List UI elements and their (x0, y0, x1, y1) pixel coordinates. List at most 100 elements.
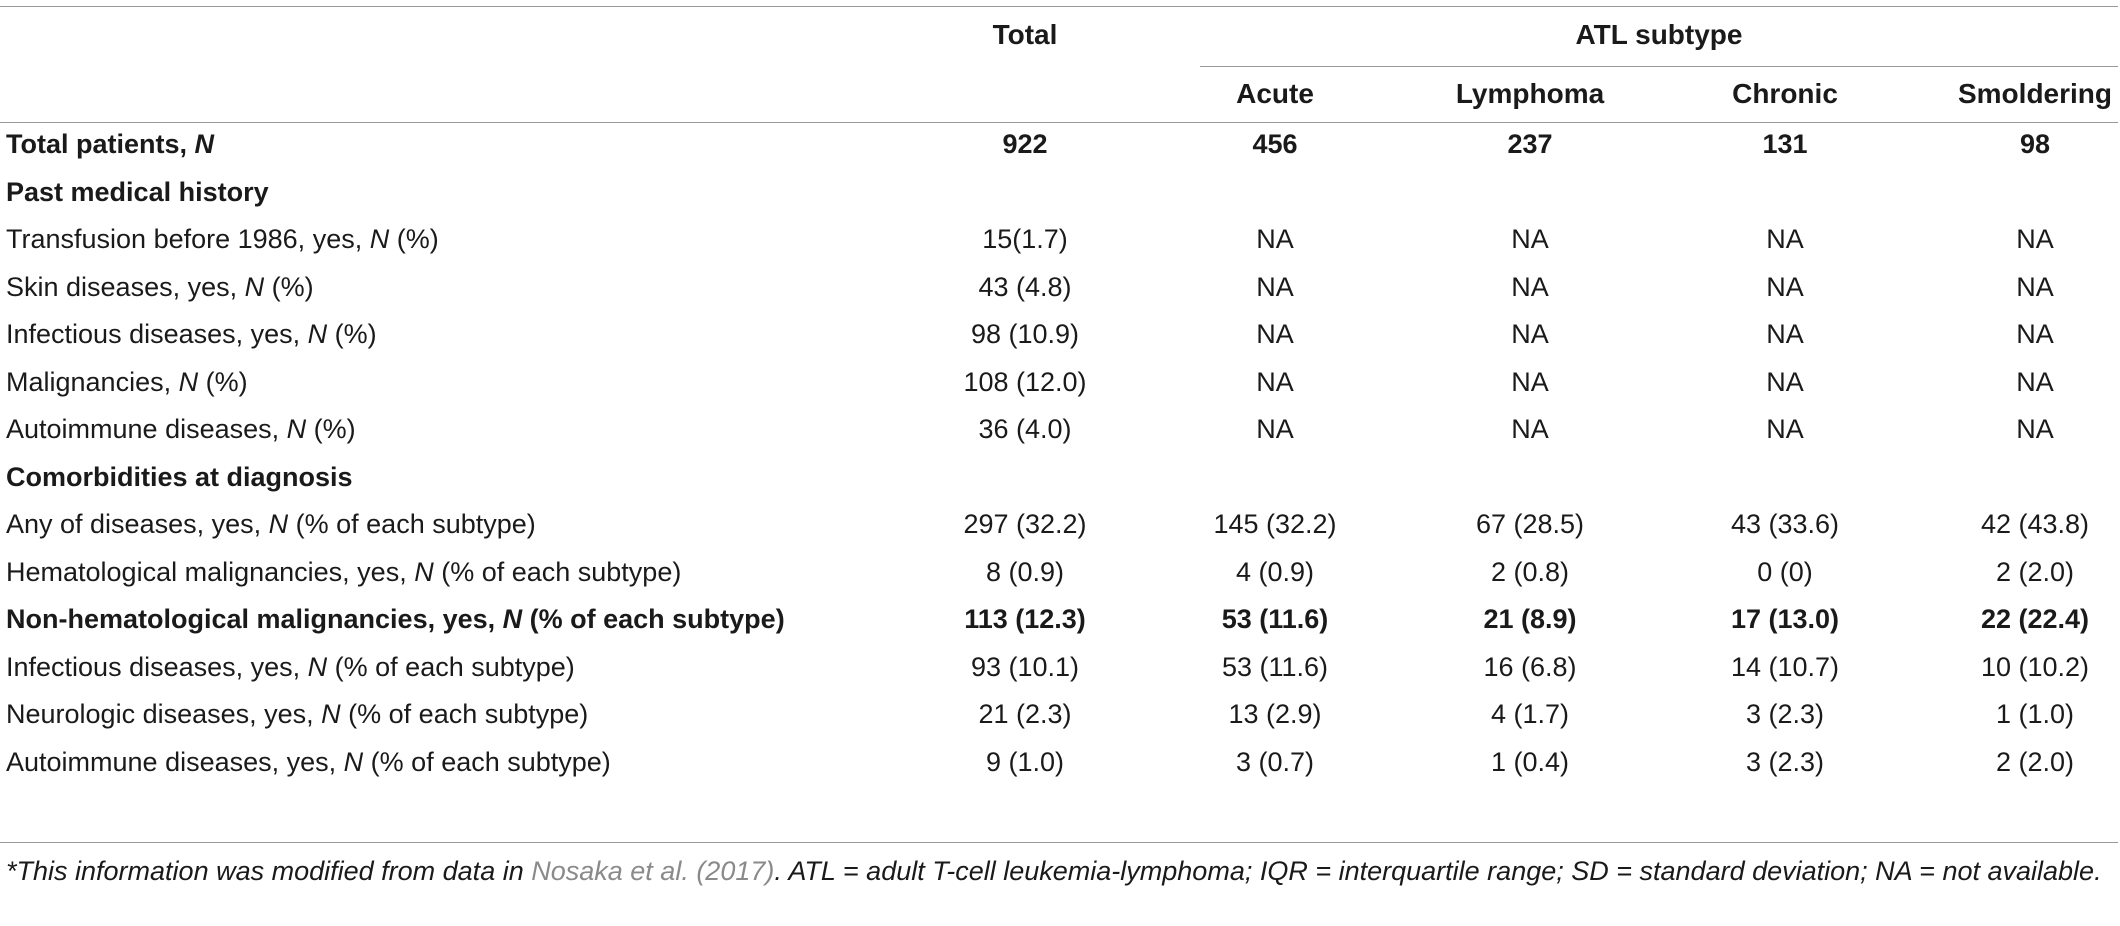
cell-chronic: NA (1766, 319, 1804, 349)
row-label-variable: N (321, 699, 341, 729)
row-label: Hematological malignancies, yes, N (% of… (6, 549, 681, 597)
row-label-suffix: (% of each subtype) (288, 509, 536, 539)
row-label: Infectious diseases, yes, N (%) (6, 311, 377, 359)
table-row: Total patients, N 922 456 237 131 98 (0, 121, 2118, 169)
cell-total: 113 (12.3) (964, 604, 1086, 634)
row-label-variable: N (307, 319, 328, 349)
table-row: Any of diseases, yes, N (% of each subty… (0, 501, 2118, 549)
cell-total: 297 (32.2) (963, 509, 1087, 539)
cell-chronic: 3 (2.3) (1745, 746, 1825, 777)
cell-smoldering: 1 (1.0) (1995, 699, 2075, 729)
table-row: Neurologic diseases, yes, N (% of each s… (0, 691, 2118, 739)
row-label-variable: N (286, 414, 307, 444)
row-label-text: Neurologic diseases, yes, (6, 699, 322, 729)
cell-chronic: 0 (0) (1757, 556, 1813, 587)
row-label-suffix: (% of each subtype) (433, 556, 682, 587)
row-label-variable: N (244, 271, 265, 302)
column-group-header-atl-subtype: ATL subtype (1575, 19, 1743, 50)
group-header-rule (1200, 66, 2118, 67)
row-label-text: Autoimmune diseases, (6, 414, 287, 444)
cell-chronic: NA (1766, 271, 1804, 302)
cell-lymphoma: 1 (0.4) (1490, 746, 1570, 777)
cell-total: 93 (10.1) (970, 651, 1080, 682)
cell-acute: 456 (1252, 129, 1298, 159)
row-label: Malignancies, N (%) (6, 359, 248, 407)
table-bottom-rule (0, 842, 2118, 843)
cell-lymphoma: 237 (1507, 129, 1553, 159)
row-label: Total patients, N (6, 121, 214, 169)
row-label: Comorbidities at diagnosis (6, 454, 353, 502)
cell-smoldering: NA (2016, 414, 2054, 444)
footnote-text-start: *This information was modified from data… (6, 856, 532, 886)
cell-smoldering: NA (2016, 224, 2054, 254)
cell-lymphoma: 4 (1.7) (1490, 699, 1570, 729)
column-header-total: Total (992, 19, 1058, 50)
cell-acute: NA (1256, 319, 1294, 349)
cell-lymphoma: NA (1511, 271, 1549, 302)
cell-smoldering: 10 (10.2) (1980, 651, 2090, 682)
row-label-variable: N (414, 556, 434, 587)
cell-smoldering: 22 (22.4) (1980, 604, 2090, 634)
footnote-citation-link[interactable]: Nosaka et al. (2017) (531, 856, 774, 886)
cell-chronic: 14 (10.7) (1730, 651, 1840, 682)
cell-smoldering: 42 (43.8) (1980, 509, 2090, 539)
cell-lymphoma: NA (1511, 224, 1549, 254)
table-row: Hematological malignancies, yes, N (% of… (0, 549, 2118, 597)
table-row: Infectious diseases, yes, N (% of each s… (0, 644, 2118, 692)
row-label-variable: N (502, 604, 523, 634)
row-label: Non-hematological malignancies, yes, N (… (6, 596, 785, 644)
cell-lymphoma: 21 (8.9) (1483, 604, 1577, 634)
row-label: Autoimmune diseases, yes, N (% of each s… (6, 739, 611, 787)
section-header-row: Comorbidities at diagnosis (0, 454, 2118, 502)
row-label-text: Comorbidities at diagnosis (6, 461, 353, 492)
cell-acute: 53 (11.6) (1221, 604, 1329, 634)
table-row: Transfusion before 1986, yes, N (%) 15(1.… (0, 216, 2118, 264)
column-header-smoldering: Smoldering (1957, 78, 2112, 109)
row-label-text: Infectious diseases, yes, (6, 319, 308, 349)
row-label-variable: N (307, 651, 328, 682)
cell-smoldering: 2 (2.0) (1995, 746, 2075, 777)
row-label-text: Transfusion before 1986, yes, (6, 224, 370, 254)
row-label-text: Autoimmune diseases, yes, (6, 746, 344, 777)
cell-chronic: 131 (1762, 129, 1808, 159)
table-row: Skin diseases, yes, N (%) 43 (4.8) NA NA NA N… (0, 264, 2118, 312)
row-label-suffix: (%) (306, 414, 356, 444)
row-label-text: Total patients, (6, 129, 195, 159)
cell-acute: NA (1256, 414, 1294, 444)
cell-total: 21 (2.3) (978, 699, 1072, 729)
cell-lymphoma: 16 (6.8) (1483, 651, 1577, 682)
cell-smoldering: 2 (2.0) (1995, 556, 2075, 587)
row-label-variable: N (343, 746, 364, 777)
section-header-row: Past medical history (0, 169, 2118, 217)
cell-chronic: NA (1766, 224, 1804, 254)
cell-smoldering: 98 (2019, 129, 2051, 159)
cell-chronic: 17 (13.0) (1730, 604, 1840, 634)
cell-total: 922 (1002, 129, 1048, 159)
cell-acute: NA (1256, 366, 1294, 397)
row-label-variable: N (369, 224, 390, 254)
row-label: Skin diseases, yes, N (%) (6, 264, 314, 312)
row-label-text: Hematological malignancies, yes, (6, 556, 415, 587)
table-row: Autoimmune diseases, yes, N (% of each s… (0, 739, 2118, 787)
table-top-rule (0, 6, 2118, 7)
row-label-suffix: (% of each subtype) (340, 699, 589, 729)
row-label-variable: N (194, 129, 215, 159)
row-label-suffix: (%) (198, 366, 248, 397)
cell-smoldering: NA (2016, 366, 2054, 397)
row-label-suffix: (%) (327, 319, 377, 349)
cell-acute: 3 (0.7) (1235, 746, 1315, 777)
column-header-lymphoma: Lymphoma (1455, 78, 1605, 109)
row-label-variable: N (268, 509, 289, 539)
column-header-acute: Acute (1236, 78, 1314, 109)
row-label-text: Non-hematological malignancies, yes, (6, 604, 503, 634)
cell-total: 9 (1.0) (985, 746, 1065, 777)
row-label-text: Skin diseases, yes, (6, 271, 245, 302)
cell-acute: 4 (0.9) (1235, 556, 1315, 587)
table-row: Non-hematological malignancies, yes, N (… (0, 596, 2118, 644)
cell-lymphoma: NA (1511, 366, 1549, 397)
row-label-text: Past medical history (6, 176, 269, 207)
row-label: Transfusion before 1986, yes, N (%) (6, 216, 439, 264)
row-label: Autoimmune diseases, N (%) (6, 406, 356, 454)
row-label-variable: N (178, 366, 199, 397)
table-row: Autoimmune diseases, N (%) 36 (4.0) NA NA NA… (0, 406, 2118, 454)
